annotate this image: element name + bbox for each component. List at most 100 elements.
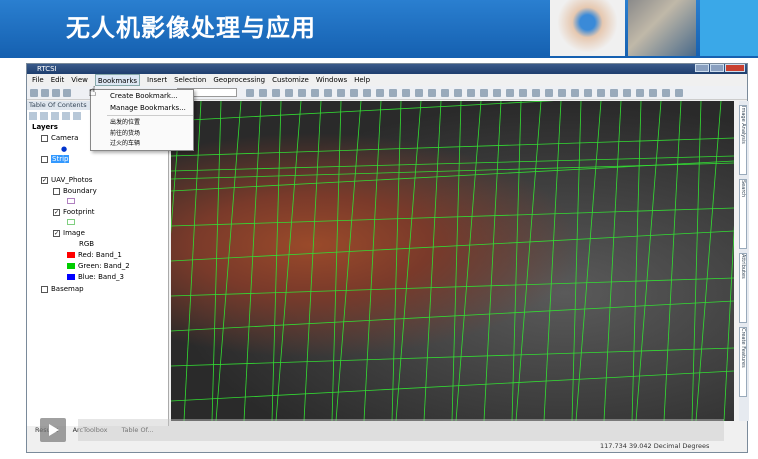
dock-search[interactable]: Search [739,179,747,249]
minimize-button[interactable] [695,64,709,72]
play-button[interactable] [40,418,66,442]
tool-icon[interactable] [519,88,527,97]
menu-windows[interactable]: Windows [316,74,347,86]
print-icon[interactable] [63,88,71,97]
tool-icon[interactable] [298,88,306,97]
tool-icon[interactable] [493,88,501,97]
tool-icon[interactable] [662,88,670,97]
menu-bookmarks[interactable]: Bookmarks [94,74,141,86]
tool-icon[interactable] [259,88,267,97]
menu-customize[interactable]: Customize [272,74,309,86]
menu-geoprocessing[interactable]: Geoprocessing [213,74,265,86]
tool-icon[interactable] [558,88,566,97]
tool-icon[interactable] [350,88,358,97]
layer-basemap[interactable]: Basemap [41,285,84,293]
right-dock: Image Analysis Search Attributes Create … [739,101,749,421]
uav-checkbox[interactable]: ✓ [41,176,48,184]
green-band: Green: Band_2 [67,262,130,270]
tool-icon[interactable] [415,88,423,97]
rgb-label: RGB [79,240,95,248]
uav-label: UAV_Photos [51,176,93,184]
tool-icon[interactable] [285,88,293,97]
bookmark-item[interactable]: 前往的货场 [91,129,193,139]
tool-icon[interactable] [337,88,345,97]
strip-checkbox[interactable] [41,155,48,163]
footprint-line [171,300,734,332]
layer-strip[interactable]: Strip [41,155,70,163]
footprint-line [171,101,554,122]
layers-group[interactable]: Layers [32,123,58,131]
tool-icon[interactable] [506,88,514,97]
tool-icon[interactable] [532,88,540,97]
footprint-line [723,225,734,421]
menu-view[interactable]: View [71,74,88,86]
footprint-symbol [67,219,75,225]
boundary-label: Boundary [63,187,97,195]
tool-icon[interactable] [480,88,488,97]
footprint-line [303,101,322,421]
video-seek-bar[interactable] [78,419,724,441]
list-by-selection-icon[interactable] [62,112,70,120]
tool-icon[interactable] [454,88,462,97]
list-by-drawing-order-icon[interactable] [29,112,37,120]
create-bookmark-item[interactable]: Create Bookmark... [91,90,193,102]
menu-help[interactable]: Help [354,74,370,86]
tool-icon[interactable] [597,88,605,97]
tool-icon[interactable] [584,88,592,97]
tool-icon[interactable] [441,88,449,97]
title-bar: RTCSI [27,64,747,74]
dock-create-features[interactable]: Create Features [739,327,747,397]
layer-image[interactable]: ✓ Image [53,229,85,237]
tool-icon[interactable] [675,88,683,97]
tool-icon[interactable] [636,88,644,97]
new-icon[interactable] [30,88,38,97]
tool-icon[interactable] [363,88,371,97]
options-icon[interactable] [73,112,81,120]
tool-icon[interactable] [649,88,657,97]
menu-edit[interactable]: Edit [51,74,65,86]
basemap-checkbox[interactable] [41,285,48,293]
open-icon[interactable] [41,88,49,97]
dock-attributes[interactable]: Attributes [739,253,747,323]
camera-checkbox[interactable] [41,134,48,142]
bookmark-item[interactable]: 出发的位置 [91,117,193,129]
tool-icon[interactable] [272,88,280,97]
menu-file[interactable]: File [32,74,44,86]
menu-bar: File Edit View Bookmarks Insert Selectio… [27,74,747,86]
layer-camera[interactable]: Camera [41,134,78,142]
dock-image-analysis[interactable]: Image Analysis [739,105,747,175]
boundary-checkbox[interactable] [53,187,60,195]
close-button[interactable] [725,64,745,72]
tool-icon[interactable] [571,88,579,97]
tool-icon[interactable] [467,88,475,97]
basemap-label: Basemap [51,285,84,293]
slide-title: 无人机影像处理与应用 [66,14,316,42]
manage-bookmarks-item[interactable]: Manage Bookmarks... [91,102,193,114]
slide-banner: 无人机影像处理与应用 [0,0,758,58]
layer-uav-photos[interactable]: ✓ UAV_Photos [41,176,92,184]
tool-icon[interactable] [376,88,384,97]
image-checkbox[interactable]: ✓ [53,229,60,237]
tool-icon[interactable] [246,88,254,97]
tool-icon[interactable] [402,88,410,97]
tool-icon[interactable] [623,88,631,97]
menu-insert[interactable]: Insert [147,74,167,86]
maximize-button[interactable] [710,64,724,72]
tool-icon[interactable] [324,88,332,97]
map-view[interactable] [171,101,734,421]
tool-icon[interactable] [311,88,319,97]
tool-icon[interactable] [610,88,618,97]
green-swatch [67,263,75,269]
layer-footprint[interactable]: ✓ Footprint [53,208,95,216]
layer-boundary[interactable]: Boundary [53,187,97,195]
footprint-checkbox[interactable]: ✓ [53,208,60,216]
tool-icon[interactable] [545,88,553,97]
menu-selection[interactable]: Selection [174,74,206,86]
tool-icon[interactable] [389,88,397,97]
list-by-source-icon[interactable] [40,112,48,120]
tool-icon[interactable] [428,88,436,97]
bookmark-item[interactable]: 过火的车辆 [91,139,193,149]
save-icon[interactable] [52,88,60,97]
list-by-visibility-icon[interactable] [51,112,59,120]
footprint-line [171,347,734,367]
